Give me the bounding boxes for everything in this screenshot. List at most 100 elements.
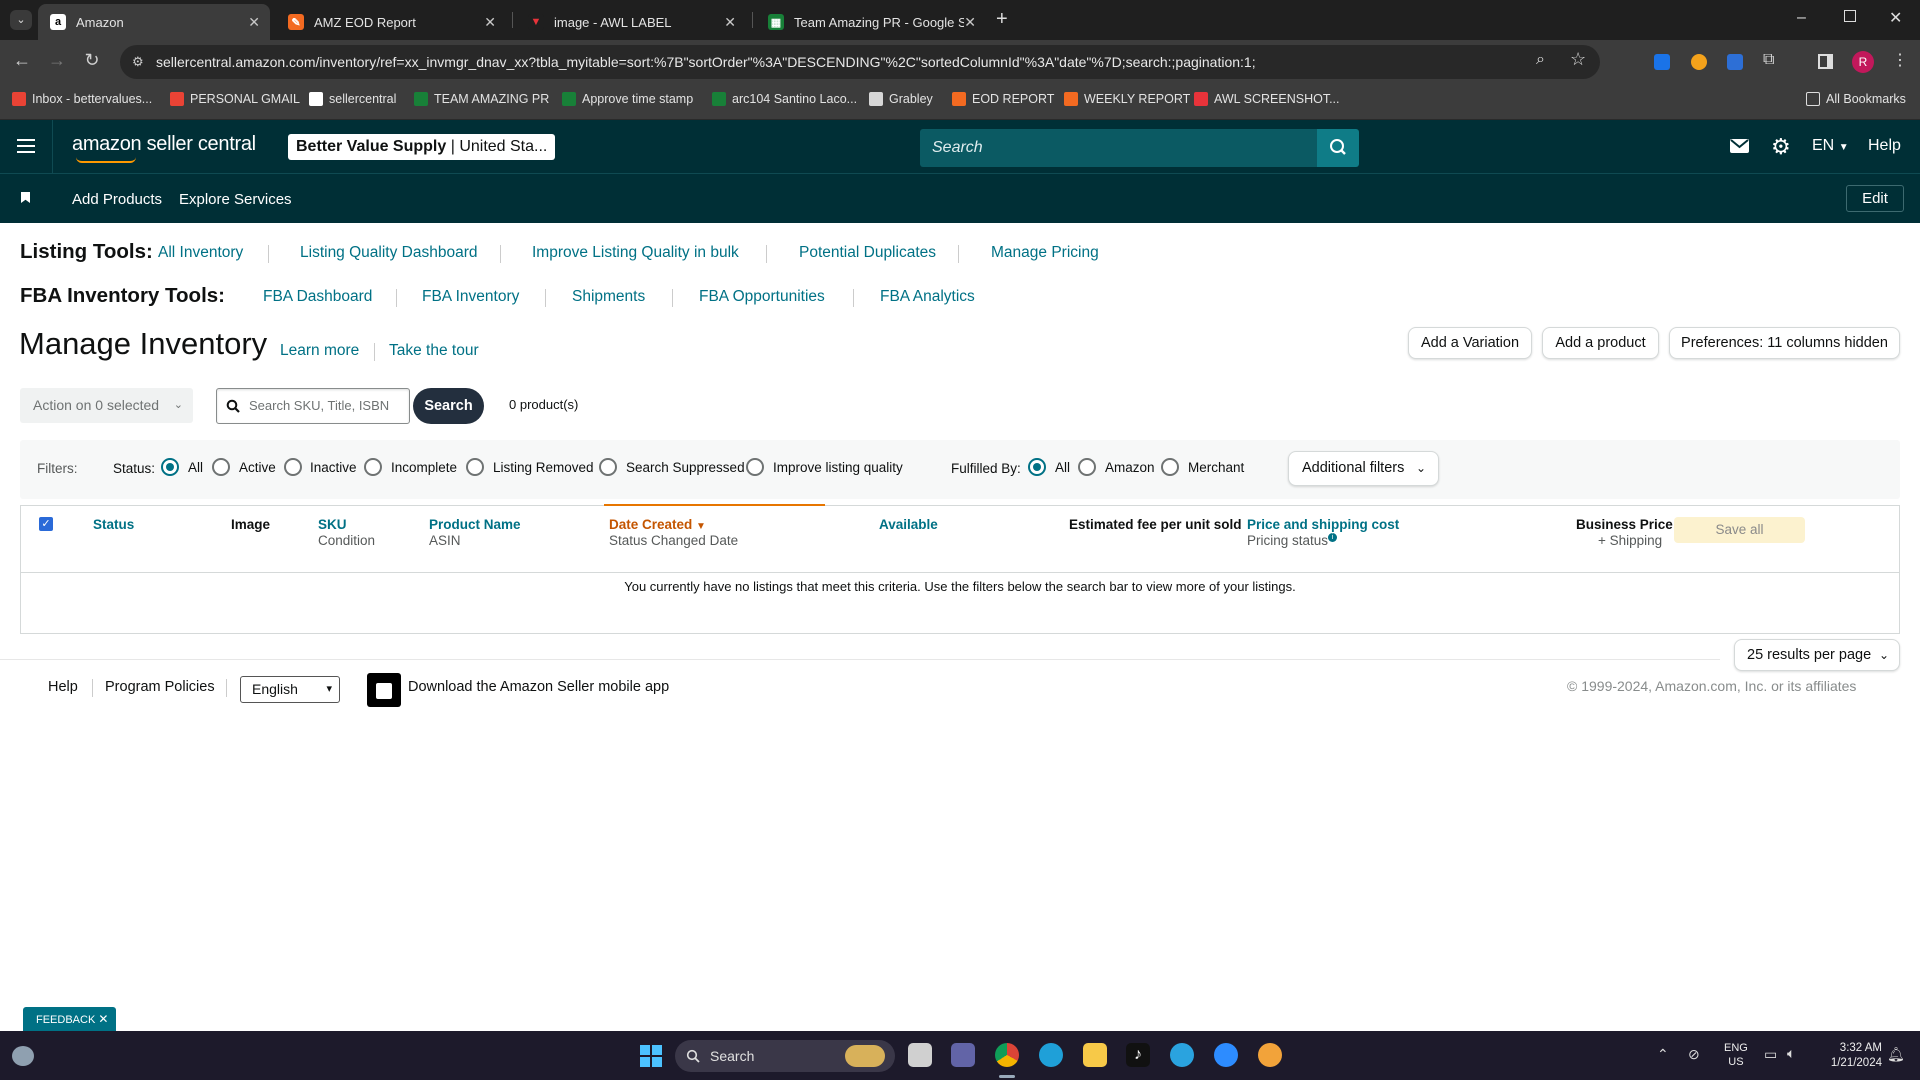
store-selector[interactable]: Better Value Supply | United Sta... — [288, 134, 556, 160]
column-status[interactable]: Status — [93, 517, 134, 532]
column-available[interactable]: Available — [879, 517, 938, 532]
link-potential-duplicates[interactable]: Potential Duplicates — [799, 244, 936, 262]
seller-central-logo[interactable]: amazon seller central — [72, 133, 256, 156]
bookmark-awl-screenshot[interactable]: AWL SCREENSHOT... — [1194, 92, 1339, 106]
clock[interactable]: 3:32 AM 1/21/2024 — [1816, 1041, 1882, 1071]
side-panel-icon[interactable] — [1818, 54, 1833, 69]
task-view-icon[interactable] — [908, 1043, 932, 1067]
tab-amz-eod-report[interactable]: ✎ AMZ EOD Report ✕ — [276, 4, 506, 40]
language-selector[interactable]: EN ▼ — [1812, 137, 1849, 155]
settings-gear-icon[interactable]: ⚙ — [1771, 134, 1791, 160]
reload-icon[interactable]: ↻ — [80, 50, 104, 71]
close-tab-icon[interactable]: ✕ — [724, 14, 736, 31]
column-date-created[interactable]: Date Created ▼ — [609, 517, 706, 532]
link-fba-inventory[interactable]: FBA Inventory — [422, 288, 519, 306]
taskbar-search[interactable]: Search — [675, 1040, 895, 1072]
bookmark-inbox[interactable]: Inbox - bettervalues... — [12, 92, 152, 106]
weather-widget-icon[interactable] — [12, 1046, 34, 1066]
column-product-name[interactable]: Product Name — [429, 517, 521, 532]
link-shipments[interactable]: Shipments — [572, 288, 645, 306]
status-search-suppressed-radio[interactable] — [599, 458, 617, 476]
start-button-icon[interactable] — [640, 1045, 662, 1067]
tab-amazon[interactable]: a Amazon ✕ — [38, 4, 270, 40]
info-icon[interactable]: i — [1328, 533, 1338, 542]
bookmark-team-amazing-pr[interactable]: TEAM AMAZING PR — [414, 92, 549, 106]
additional-filters-button[interactable]: Additional filters ⌄ — [1288, 451, 1439, 486]
fulfilled-amazon-radio[interactable] — [1078, 458, 1096, 476]
edge-icon[interactable] — [1039, 1043, 1063, 1067]
zoom-app-icon[interactable] — [1214, 1043, 1238, 1067]
fulfilled-merchant-radio[interactable] — [1161, 458, 1179, 476]
extensions-puzzle-icon[interactable]: ⧉ — [1763, 51, 1774, 69]
bulk-action-dropdown[interactable]: Action on 0 selected ⌄ — [20, 388, 193, 423]
column-price-shipping[interactable]: Price and shipping cost — [1247, 517, 1399, 532]
link-all-inventory[interactable]: All Inventory — [158, 244, 243, 262]
network-icon[interactable]: ⊘ — [1688, 1046, 1700, 1063]
status-all-radio[interactable] — [161, 458, 179, 476]
select-all-checkbox[interactable]: ✓ — [39, 517, 53, 531]
back-icon[interactable]: ← — [10, 50, 34, 71]
save-all-button[interactable]: Save all — [1674, 517, 1805, 543]
footer-help-link[interactable]: Help — [48, 679, 78, 695]
link-fba-analytics[interactable]: FBA Analytics — [880, 288, 975, 306]
bookmark-personal-gmail[interactable]: PERSONAL GMAIL — [170, 92, 300, 106]
bookmark-sellercentral[interactable]: sellercentral — [309, 92, 396, 106]
status-inactive-radio[interactable] — [284, 458, 302, 476]
mail-icon[interactable] — [1730, 139, 1749, 153]
header-search-button[interactable] — [1317, 129, 1359, 167]
profile-avatar[interactable]: R — [1852, 51, 1874, 73]
hamburger-menu-icon[interactable] — [17, 139, 35, 153]
add-variation-button[interactable]: Add a Variation — [1408, 327, 1532, 359]
tab-search-menu-icon[interactable]: ⌄ — [10, 10, 32, 30]
link-improve-listing-quality[interactable]: Improve Listing Quality in bulk — [532, 244, 739, 262]
all-bookmarks[interactable]: All Bookmarks — [1806, 92, 1906, 106]
status-active-radio[interactable] — [212, 458, 230, 476]
tiktok-icon[interactable]: ♪ — [1126, 1043, 1150, 1067]
results-per-page-dropdown[interactable]: 25 results per page ⌄ — [1734, 639, 1900, 671]
language-indicator[interactable]: ENG US — [1724, 1041, 1748, 1069]
notification-bell-icon[interactable]: 🔔︎ — [1887, 1046, 1905, 1063]
bookmark-star-icon[interactable]: ☆ — [1570, 49, 1586, 70]
bookmark-grabley[interactable]: Grabley — [869, 92, 933, 106]
bookmark-eod-report[interactable]: EOD REPORT — [952, 92, 1054, 106]
bookmark-weekly-report[interactable]: WEEKLY REPORT — [1064, 92, 1190, 106]
status-listing-removed-radio[interactable] — [466, 458, 484, 476]
teams-icon[interactable] — [951, 1043, 975, 1067]
extension-3-icon[interactable] — [1727, 54, 1743, 70]
take-tour-link[interactable]: Take the tour — [389, 342, 479, 360]
explore-services-link[interactable]: Explore Services — [179, 191, 292, 208]
close-tab-icon[interactable]: ✕ — [964, 14, 976, 31]
inventory-search-button[interactable]: Search — [413, 388, 484, 424]
display-icon[interactable]: ▭ — [1764, 1046, 1777, 1063]
feedback-tab[interactable]: FEEDBACK ✕ — [23, 1007, 116, 1031]
add-products-link[interactable]: Add Products — [72, 191, 162, 208]
preferences-button[interactable]: Preferences: 11 columns hidden — [1669, 327, 1900, 359]
close-tab-icon[interactable]: ✕ — [248, 14, 260, 31]
address-bar[interactable]: ⚙ sellercentral.amazon.com/inventory/ref… — [120, 45, 1600, 79]
show-hidden-icons[interactable]: ⌃ — [1657, 1046, 1669, 1063]
link-fba-opportunities[interactable]: FBA Opportunities — [699, 288, 825, 306]
close-tab-icon[interactable]: ✕ — [484, 14, 496, 31]
tab-awl-label[interactable]: ▼ image - AWL LABEL ✕ — [516, 4, 746, 40]
status-improve-quality-radio[interactable] — [746, 458, 764, 476]
file-explorer-icon[interactable] — [1083, 1043, 1107, 1067]
restore-window-icon[interactable] — [1844, 10, 1856, 22]
bookmark-arc104[interactable]: arc104 Santino Laco... — [712, 92, 857, 106]
status-incomplete-radio[interactable] — [364, 458, 382, 476]
header-search-input[interactable]: Search — [920, 129, 1317, 167]
fulfilled-all-radio[interactable] — [1028, 458, 1046, 476]
bookmark-approve-time-stamp[interactable]: Approve time stamp — [562, 92, 693, 106]
forward-icon[interactable]: → — [45, 50, 69, 71]
help-link[interactable]: Help — [1868, 137, 1901, 155]
link-listing-quality-dashboard[interactable]: Listing Quality Dashboard — [300, 244, 478, 262]
link-manage-pricing[interactable]: Manage Pricing — [991, 244, 1099, 262]
download-app-link[interactable]: Download the Amazon Seller mobile app — [408, 679, 669, 695]
new-tab-icon[interactable]: + — [996, 8, 1008, 31]
extension-2-icon[interactable] — [1691, 54, 1707, 70]
column-sku[interactable]: SKU — [318, 517, 347, 532]
telegram-icon[interactable] — [1170, 1043, 1194, 1067]
link-fba-dashboard[interactable]: FBA Dashboard — [263, 288, 372, 306]
footer-language-select[interactable]: English ▾ — [240, 676, 340, 703]
site-info-icon[interactable]: ⚙ — [132, 45, 144, 79]
chrome-icon[interactable] — [995, 1043, 1019, 1067]
